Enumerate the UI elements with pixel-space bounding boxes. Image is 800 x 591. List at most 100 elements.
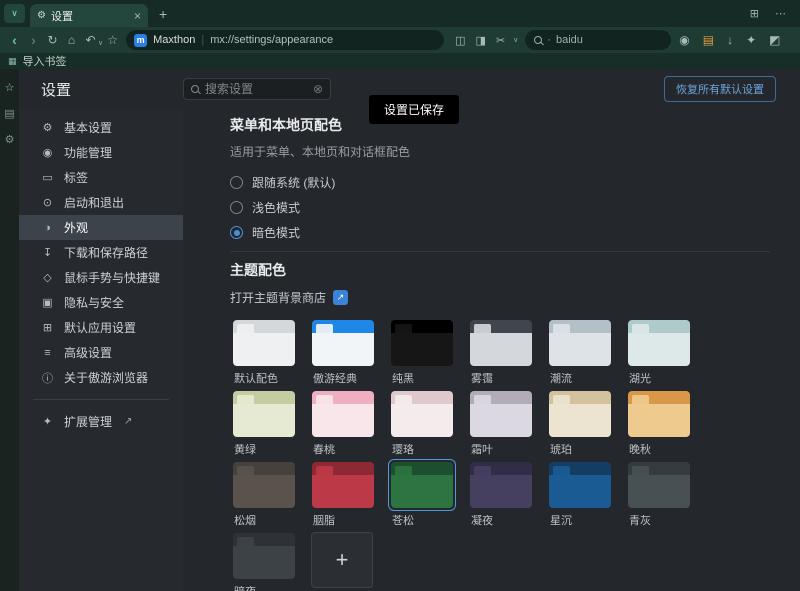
theme-swatch[interactable]: 春桃 [309, 388, 377, 457]
more-icon[interactable]: ⋯ [775, 7, 786, 20]
address-url[interactable]: mx://settings/appearance [210, 34, 333, 46]
screenshot-icon[interactable]: ◉ [679, 33, 689, 47]
theme-swatch[interactable]: 晚秋 [625, 388, 693, 457]
theme-swatch[interactable]: 苍松 [388, 459, 456, 528]
back-icon[interactable]: ‹ [5, 32, 24, 48]
theme-store-link[interactable]: 打开主题背景商店 [230, 289, 326, 306]
skins-icon[interactable]: ◩ [769, 33, 780, 47]
theme-swatch[interactable]: 傲游经典 [309, 317, 377, 386]
restore-defaults-button[interactable]: 恢复所有默认设置 [664, 76, 776, 102]
theme-swatch-frame [388, 459, 456, 511]
theme-swatch[interactable]: 松烟 [230, 459, 298, 528]
home-icon[interactable]: ⌂ [62, 33, 81, 47]
add-theme-button[interactable]: + [311, 532, 373, 588]
sidebar-item-extensions[interactable]: ✦ 扩展管理 ↗ [19, 409, 183, 434]
close-tab-icon[interactable]: × [134, 9, 141, 23]
theme-preview-titlebar [549, 320, 611, 333]
sidebar-item-advanced[interactable]: ≡高级设置 [19, 340, 183, 365]
sidebar-item-download-path[interactable]: ↧下载和保存路径 [19, 240, 183, 265]
theme-swatch[interactable]: 凝夜 [467, 459, 535, 528]
split-view-icon[interactable]: ◨ [476, 34, 486, 47]
color-mode-options: 跟随系统 (默认) 浅色模式暗色模式 [230, 170, 800, 245]
sidebar-item-appearance[interactable]: ◑外观 [19, 215, 183, 240]
refresh-icon[interactable]: ↻ [43, 33, 62, 47]
workspace-icon[interactable]: ⊞ [750, 7, 759, 20]
theme-swatch[interactable]: 胭脂 [309, 459, 377, 528]
theme-preview-tab [632, 395, 649, 404]
tabs-icon: ▭ [41, 171, 54, 184]
note-icon[interactable]: ▤ [703, 33, 714, 47]
theme-swatch[interactable]: 暗夜 [230, 530, 298, 591]
favorites-dock-icon[interactable]: ☆ [5, 81, 15, 94]
new-tab-button[interactable]: + [159, 6, 167, 22]
chevron-down-icon: ∨ [11, 8, 18, 19]
theme-preview-body [233, 404, 295, 437]
theme-swatch[interactable]: 湖光 [625, 317, 693, 386]
page-title: 设置 [41, 79, 71, 100]
settings-dock-icon[interactable]: ⚙ [5, 133, 15, 146]
theme-name: 傲游经典 [313, 373, 377, 386]
theme-preview-titlebar [233, 391, 295, 404]
advanced-icon: ≡ [41, 347, 54, 359]
theme-preview-body [312, 404, 374, 437]
address-bar[interactable]: m Maxthon | mx://settings/appearance [126, 30, 444, 50]
radio-option[interactable]: 暗色模式 [230, 220, 800, 245]
favorite-star-icon[interactable]: ☆ [103, 33, 122, 47]
search-icon [534, 36, 542, 44]
theme-swatch-frame [467, 388, 535, 440]
sidebar-item-privacy[interactable]: ▣隐私与安全 [19, 290, 183, 315]
chevron-down-icon[interactable]: ∨ [513, 36, 518, 44]
tab-list-menu-button[interactable]: ∨ [4, 4, 25, 23]
theme-swatch[interactable]: 星沉 [546, 459, 614, 528]
settings-search-box[interactable]: ⊗ [183, 78, 331, 100]
radio-option[interactable]: 跟随系统 (默认) [230, 170, 800, 195]
theme-swatch[interactable]: 青灰 [625, 459, 693, 528]
sidebar-item-default-apps[interactable]: ⊞默认应用设置 [19, 315, 183, 340]
theme-swatch[interactable]: 璎珞 [388, 388, 456, 457]
sidebar-item-features[interactable]: ◉功能管理 [19, 140, 183, 165]
theme-swatch[interactable]: 纯黑 [388, 317, 456, 386]
theme-swatch[interactable]: 默认配色 [230, 317, 298, 386]
sidebar-item-label: 关于傲游浏览器 [64, 369, 148, 386]
default-apps-icon: ⊞ [41, 321, 54, 334]
extensions-icon[interactable]: ✦ [746, 33, 756, 47]
panels-dock-icon[interactable]: ▤ [4, 107, 14, 120]
import-bookmarks-button[interactable]: 导入书签 [23, 53, 67, 69]
clear-search-icon[interactable]: ⊗ [313, 82, 323, 96]
snip-icon[interactable]: ✂ [496, 34, 505, 47]
reader-mode-icon[interactable]: ◫ [455, 34, 465, 47]
download-icon[interactable]: ↓ [727, 33, 733, 47]
about-icon: ⓘ [41, 370, 54, 386]
theme-swatch[interactable]: 琥珀 [546, 388, 614, 457]
theme-swatch[interactable]: 潮流 [546, 317, 614, 386]
browser-tab-settings[interactable]: ⚙ 设置 × [30, 4, 148, 27]
forward-icon[interactable]: › [24, 32, 43, 48]
theme-preview-body [628, 475, 690, 508]
radio-label: 暗色模式 [252, 224, 300, 241]
sidebar-item-tabs[interactable]: ▭标签 [19, 165, 183, 190]
sidebar-item-gear[interactable]: ⚙基本设置 [19, 115, 183, 140]
theme-store-icon[interactable]: ↗ [333, 290, 348, 305]
theme-preview-tab [395, 466, 412, 475]
theme-swatch[interactable]: 黄绿 [230, 388, 298, 457]
undo-button[interactable]: ↶ ∨ [81, 33, 103, 47]
theme-preview-body [233, 546, 295, 579]
theme-preview-body [549, 333, 611, 366]
theme-preview-tab [237, 395, 254, 404]
theme-preview-titlebar [312, 391, 374, 404]
settings-search-input[interactable] [205, 82, 307, 96]
theme-swatch-frame [625, 459, 693, 511]
sidebar-item-power[interactable]: ⊙启动和退出 [19, 190, 183, 215]
mouse-gesture-icon: ◇ [41, 271, 54, 284]
sidebar-item-about[interactable]: ⓘ 关于傲游浏览器 [19, 365, 183, 390]
search-separator: · [547, 34, 551, 46]
radio-option[interactable]: 浅色模式 [230, 195, 800, 220]
radio-label: 浅色模式 [252, 199, 300, 216]
theme-swatch[interactable]: 霜叶 [467, 388, 535, 457]
theme-preview-tab [474, 324, 491, 333]
sidebar-item-mouse-gesture[interactable]: ◇鼠标手势与快捷键 [19, 265, 183, 290]
theme-swatch-frame [230, 459, 298, 511]
tab-title: 设置 [51, 8, 129, 24]
theme-swatch[interactable]: 雾霭 [467, 317, 535, 386]
web-search-box[interactable]: · baidu [525, 30, 671, 50]
